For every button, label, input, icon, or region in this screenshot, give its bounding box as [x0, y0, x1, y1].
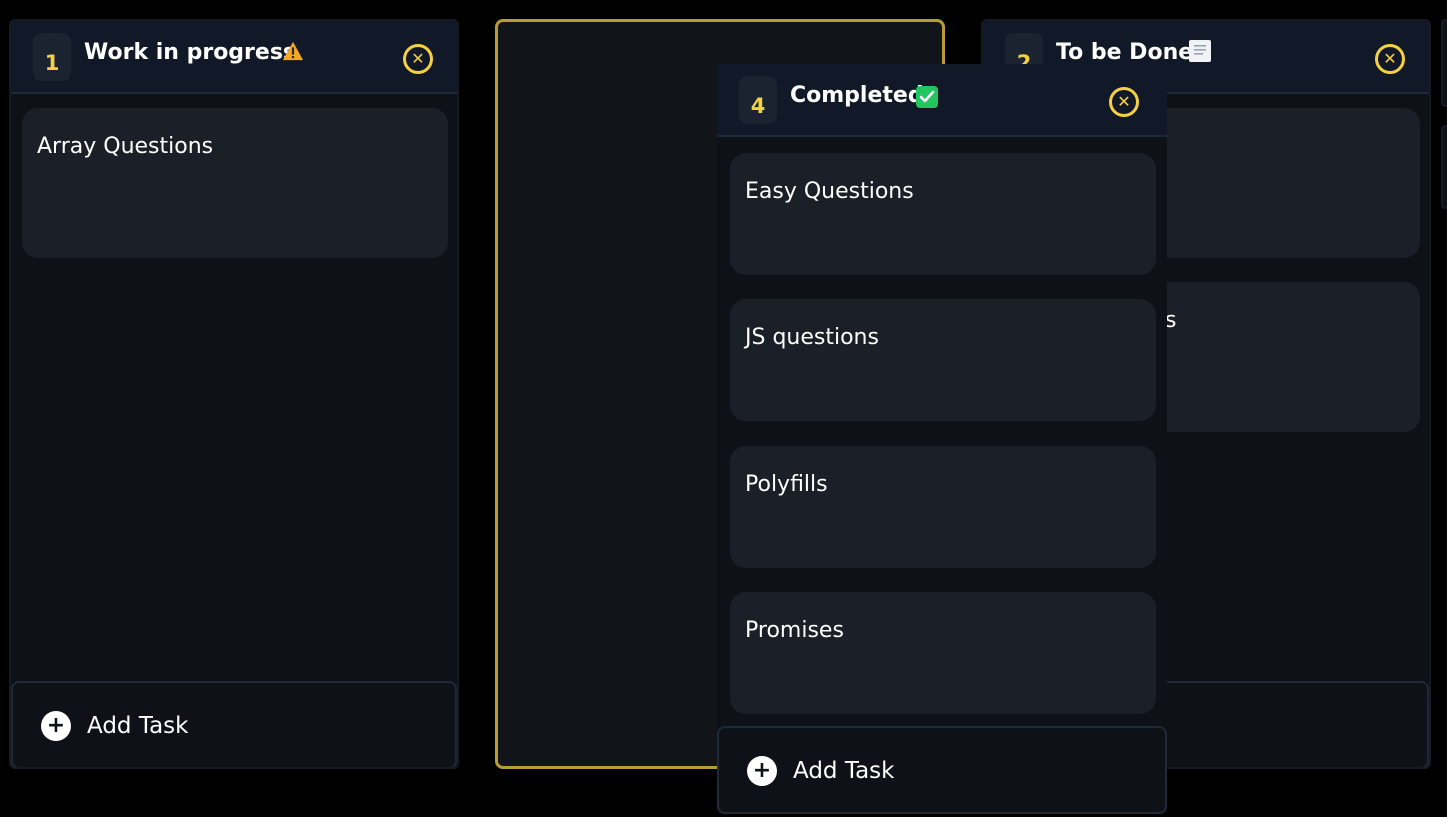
column-completed-dragging[interactable]: 4 Completed ✕ Easy Questions JS question… [717, 64, 1167, 814]
task-card[interactable]: Promises [730, 592, 1156, 714]
column-peek-edge [1441, 19, 1447, 107]
task-card[interactable]: Array Questions [22, 108, 448, 258]
task-title: Polyfills [745, 472, 828, 497]
close-column-icon[interactable]: ✕ [403, 44, 433, 74]
warning-icon [282, 40, 304, 62]
add-task-label: Add Task [87, 713, 189, 739]
task-title: Easy Questions [745, 179, 914, 204]
task-title: Promises [745, 618, 844, 643]
plus-circle-icon: + [747, 756, 777, 786]
check-icon [916, 86, 938, 108]
column-count-badge: 1 [33, 33, 71, 81]
close-column-icon[interactable]: ✕ [1375, 44, 1405, 74]
column-header[interactable]: 1 Work in progress ✕ [11, 21, 457, 94]
add-task-button[interactable]: + Add Task [717, 726, 1167, 814]
column-title: Work in progress [84, 40, 297, 65]
add-task-label: Add Task [793, 758, 895, 784]
task-card[interactable]: Polyfills [730, 446, 1156, 568]
task-card[interactable]: Easy Questions [730, 153, 1156, 275]
task-title: Array Questions [37, 134, 214, 159]
plus-circle-icon: + [41, 711, 71, 741]
column-title: Completed [790, 83, 924, 108]
task-title: JS questions [745, 325, 879, 350]
kanban-board: 1 Work in progress ✕ Array Questions + A… [0, 0, 1447, 817]
column-header[interactable]: 4 Completed ✕ [717, 64, 1167, 137]
column-title: To be Done [1056, 40, 1194, 65]
column-count-badge: 4 [739, 76, 777, 124]
task-card[interactable]: JS questions [730, 299, 1156, 421]
scroll-icon [1189, 40, 1211, 62]
close-column-icon[interactable]: ✕ [1109, 87, 1139, 117]
column-peek-edge [1441, 125, 1447, 209]
add-task-button[interactable]: + Add Task [11, 681, 457, 767]
column-work-in-progress: 1 Work in progress ✕ Array Questions + A… [9, 19, 459, 769]
